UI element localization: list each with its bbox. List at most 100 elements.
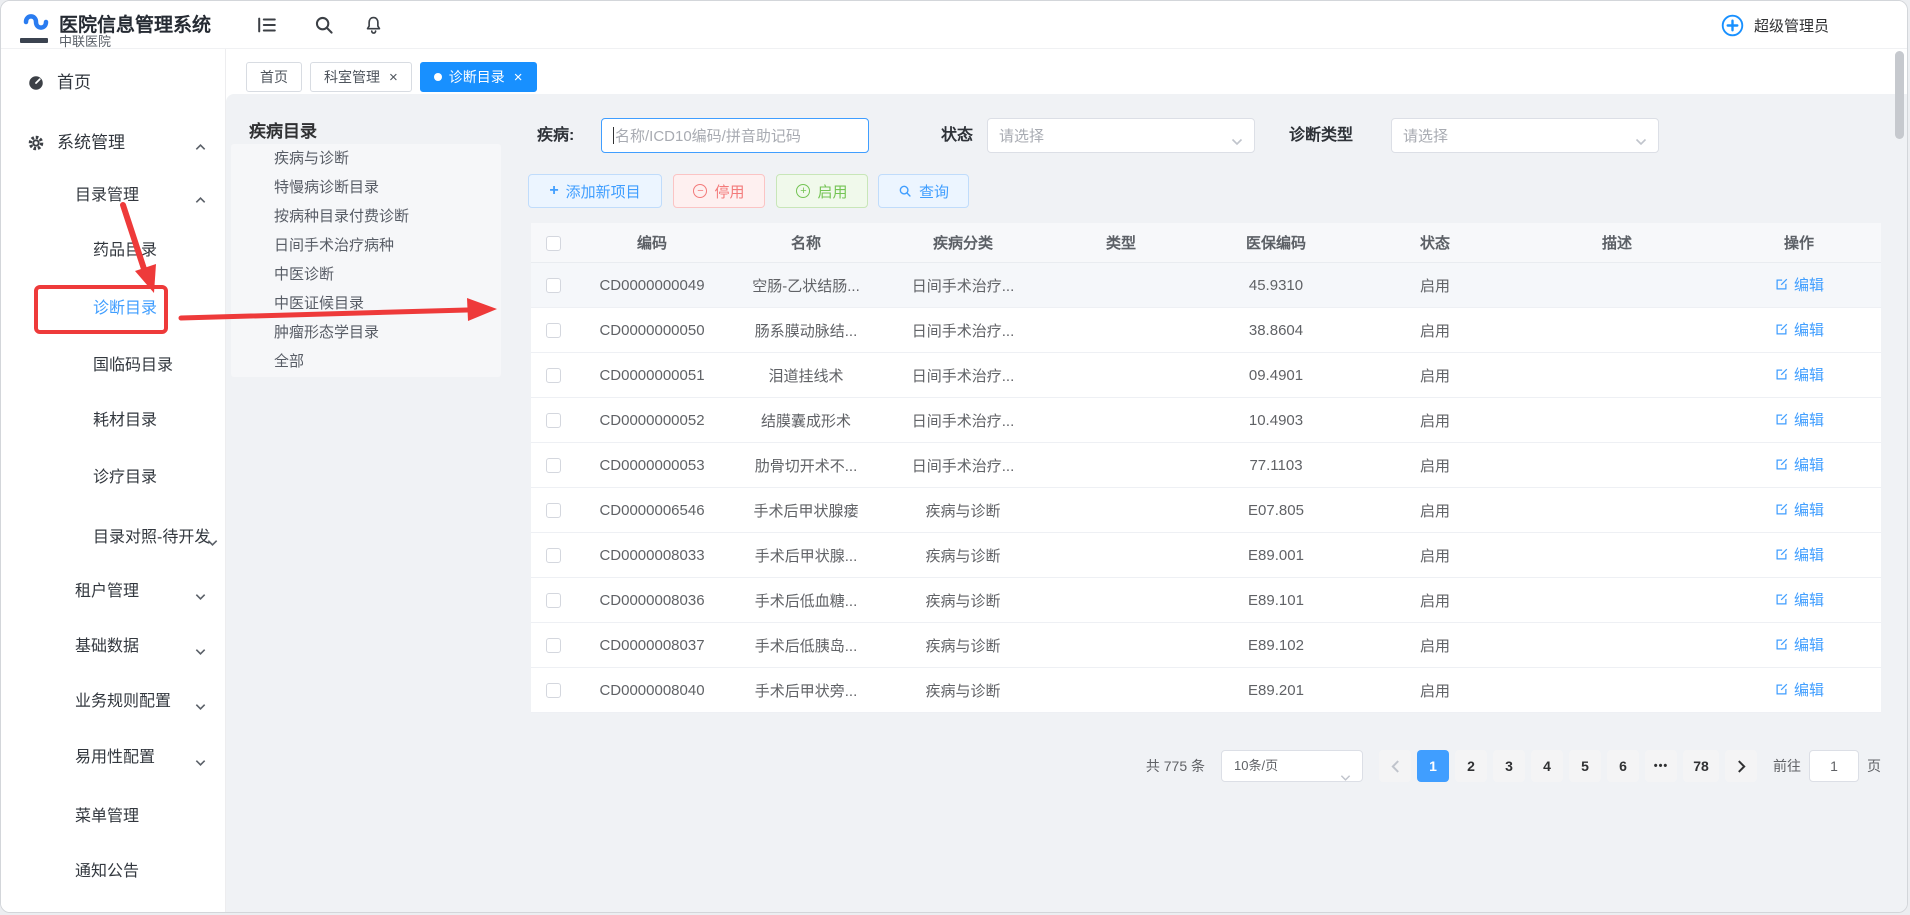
search-icon[interactable] <box>313 14 335 36</box>
tab-department-mgmt[interactable]: 科室管理 × <box>310 62 412 92</box>
enable-button[interactable]: + 启用 <box>776 174 868 208</box>
status-select[interactable]: 请选择 <box>987 118 1255 153</box>
row-checkbox[interactable] <box>546 458 561 473</box>
sidebar-item-menu-mgmt[interactable]: 菜单管理 <box>1 804 225 830</box>
col-header-type: 类型 <box>1043 232 1199 253</box>
edit-button[interactable]: 编辑 <box>1774 589 1824 610</box>
total-count: 共 775 条 <box>1146 756 1205 776</box>
row-checkbox[interactable] <box>546 683 561 698</box>
row-checkbox[interactable] <box>546 638 561 653</box>
secondary-item-special-chronic[interactable]: 特慢病诊断目录 <box>231 173 501 202</box>
sidebar-item-drug-catalog[interactable]: 药品目录 <box>1 238 225 264</box>
secondary-menu: 疾病与诊断 特慢病诊断目录 按病种目录付费诊断 日间手术治疗病种 中医诊断 中医… <box>231 144 501 377</box>
row-checkbox[interactable] <box>546 413 561 428</box>
chevron-down-icon <box>1635 133 1647 151</box>
current-user[interactable]: 超级管理员 <box>1754 15 1829 36</box>
sidebar-item-consumable-catalog[interactable]: 耗材目录 <box>1 408 225 434</box>
close-icon[interactable]: × <box>389 70 398 85</box>
page-button-78[interactable]: 78 <box>1683 750 1719 782</box>
prev-page-button[interactable] <box>1379 750 1411 782</box>
sidebar-nav: 首页 系统管理 目录管理 药品目录 诊断目录 国临码目录 耗材目录 诊疗目录 目… <box>1 49 226 913</box>
plus-circle-icon: + <box>796 184 810 198</box>
col-header-category: 疾病分类 <box>883 232 1043 253</box>
chevron-down-icon <box>206 532 219 545</box>
sidebar-item-tenant-mgmt[interactable]: 租户管理 <box>1 579 225 605</box>
tab-bar: 首页 科室管理 × 诊断目录 × <box>246 62 537 92</box>
secondary-item-pay-by-disease[interactable]: 按病种目录付费诊断 <box>231 202 501 231</box>
sidebar-item-catalog-mgmt[interactable]: 目录管理 <box>1 183 225 209</box>
secondary-item-tcm-diagnosis[interactable]: 中医诊断 <box>231 260 501 289</box>
edit-button[interactable]: 编辑 <box>1774 319 1824 340</box>
search-icon <box>898 184 912 198</box>
table-row: CD0000000051 泪道挂线术 日间手术治疗... 09.4901 启用 … <box>531 353 1881 398</box>
sidebar-item-catalog-compare[interactable]: 目录对照-待开发 <box>1 525 225 551</box>
tab-home[interactable]: 首页 <box>246 62 302 92</box>
chevron-down-icon <box>194 696 207 709</box>
sidebar-item-treatment-catalog[interactable]: 诊疗目录 <box>1 465 225 491</box>
table-row: CD0000000052 结膜囊成形术 日间手术治疗... 10.4903 启用… <box>531 398 1881 443</box>
sidebar-item-diagnosis-catalog[interactable]: 诊断目录 <box>1 296 225 322</box>
secondary-item-tcm-syndrome[interactable]: 中医证候目录 <box>231 289 501 318</box>
more-pages-icon[interactable]: ••• <box>1645 750 1677 782</box>
secondary-item-disease-diagnosis[interactable]: 疾病与诊断 <box>231 144 501 173</box>
row-checkbox[interactable] <box>546 548 561 563</box>
edit-button[interactable]: 编辑 <box>1774 679 1824 700</box>
query-button[interactable]: 查询 <box>878 174 969 208</box>
page-size-select[interactable]: 10条/页 <box>1221 750 1363 782</box>
tab-diagnosis-catalog[interactable]: 诊断目录 × <box>420 62 537 92</box>
bell-icon[interactable] <box>363 14 385 36</box>
close-icon[interactable]: × <box>514 70 523 85</box>
edit-button[interactable]: 编辑 <box>1774 364 1824 385</box>
page-button-4[interactable]: 4 <box>1531 750 1563 782</box>
sidebar-item-notice[interactable]: 通知公告 <box>1 859 225 885</box>
col-header-insurance-code: 医保编码 <box>1199 232 1353 253</box>
table-row: CD0000008040 手术后甲状旁... 疾病与诊断 E89.201 启用 … <box>531 668 1881 713</box>
secondary-item-day-surgery[interactable]: 日间手术治疗病种 <box>231 231 501 260</box>
sidebar-item-system[interactable]: 系统管理 <box>1 130 225 156</box>
next-page-button[interactable] <box>1725 750 1757 782</box>
diagnosis-type-filter-label: 诊断类型 <box>1289 118 1353 153</box>
edit-button[interactable]: 编辑 <box>1774 454 1824 475</box>
chevron-up-icon <box>194 190 207 203</box>
page-button-1[interactable]: 1 <box>1417 750 1449 782</box>
edit-button[interactable]: 编辑 <box>1774 409 1824 430</box>
secondary-item-all[interactable]: 全部 <box>231 347 501 376</box>
sidebar-item-usability-config[interactable]: 易用性配置 <box>1 745 225 771</box>
select-all-checkbox[interactable] <box>546 236 561 251</box>
page-button-2[interactable]: 2 <box>1455 750 1487 782</box>
row-checkbox[interactable] <box>546 323 561 338</box>
sidebar-item-base-data[interactable]: 基础数据 <box>1 634 225 660</box>
goto-suffix: 页 <box>1867 756 1881 776</box>
page-button-5[interactable]: 5 <box>1569 750 1601 782</box>
edit-button[interactable]: 编辑 <box>1774 544 1824 565</box>
secondary-item-tumor-morphology[interactable]: 肿瘤形态学目录 <box>231 318 501 347</box>
sidebar-item-home[interactable]: 首页 <box>1 70 225 96</box>
table-row: CD0000006546 手术后甲状腺瘘 疾病与诊断 E07.805 启用 编辑 <box>531 488 1881 533</box>
chevron-down-icon <box>1340 763 1351 793</box>
goto-page-input[interactable]: 1 <box>1809 750 1859 782</box>
edit-button[interactable]: 编辑 <box>1774 634 1824 655</box>
disease-search-input[interactable]: 名称/ICD10编码/拼音助记码 <box>601 118 869 153</box>
diagnosis-type-select[interactable]: 请选择 <box>1391 118 1659 153</box>
top-bar: 医院信息管理系统 中联医院 超级管理员 <box>1 1 1907 49</box>
edit-button[interactable]: 编辑 <box>1774 274 1824 295</box>
add-item-button[interactable]: + 添加新项目 <box>528 174 662 208</box>
row-checkbox[interactable] <box>546 368 561 383</box>
chevron-down-icon <box>194 586 207 599</box>
status-filter-label: 状态 <box>941 118 973 153</box>
row-checkbox[interactable] <box>546 593 561 608</box>
dashboard-icon <box>27 74 45 92</box>
user-badge-icon[interactable] <box>1720 13 1745 38</box>
row-checkbox[interactable] <box>546 278 561 293</box>
row-checkbox[interactable] <box>546 503 561 518</box>
page-button-3[interactable]: 3 <box>1493 750 1525 782</box>
col-header-status: 状态 <box>1353 232 1517 253</box>
page-button-6[interactable]: 6 <box>1607 750 1639 782</box>
menu-fold-icon[interactable] <box>256 14 278 36</box>
sidebar-item-business-rules[interactable]: 业务规则配置 <box>1 689 225 715</box>
vertical-scrollbar[interactable] <box>1895 51 1904 139</box>
edit-button[interactable]: 编辑 <box>1774 499 1824 520</box>
col-header-action: 操作 <box>1717 232 1881 253</box>
disable-button[interactable]: − 停用 <box>673 174 765 208</box>
sidebar-item-national-code-catalog[interactable]: 国临码目录 <box>1 353 225 379</box>
